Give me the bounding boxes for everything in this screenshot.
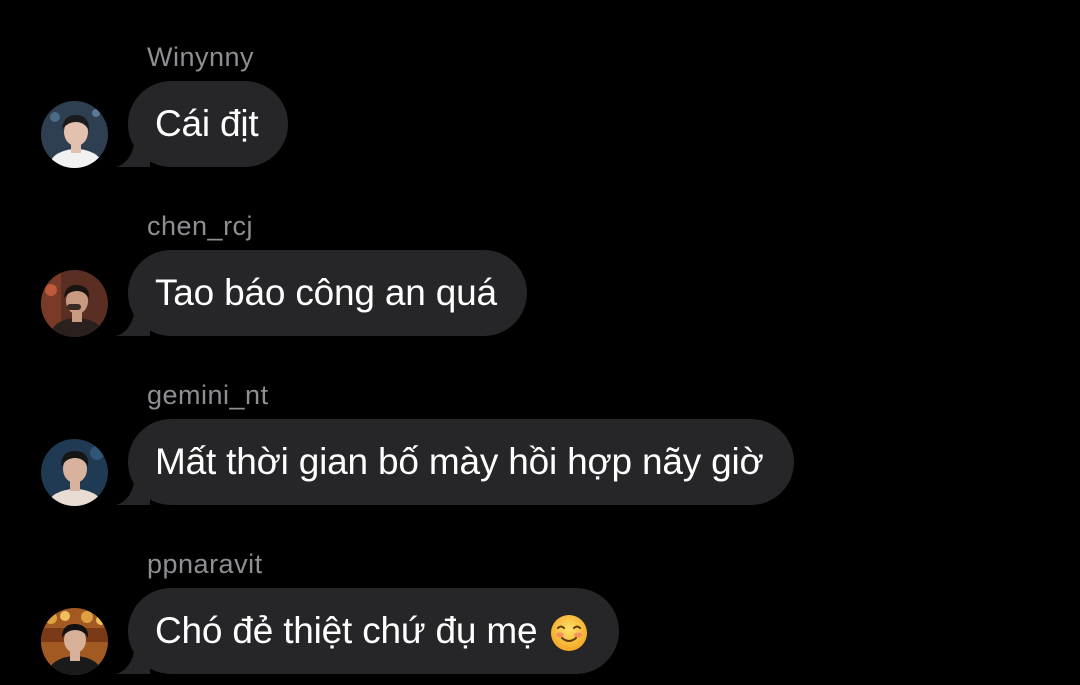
message-text: Cái địt xyxy=(155,103,259,144)
sender-avatar[interactable] xyxy=(41,439,108,506)
sender-name[interactable]: ppnaravit xyxy=(147,547,263,581)
message-group: gemini_nt Mất thời gian bố mày hồi hợp n… xyxy=(0,354,1080,514)
message-group: chen_rcj Tao báo công an quá xyxy=(0,185,1080,345)
message-text-content: Chó đẻ thiệt chứ đụ mẹ xyxy=(155,609,538,651)
user-avatar-photo xyxy=(41,101,108,168)
bubble-tail xyxy=(116,475,150,505)
message-text: Tao báo công an quá xyxy=(155,272,497,313)
bubble-tail xyxy=(116,137,150,167)
message-bubble[interactable]: Chó đẻ thiệt chứ đụ mẹ xyxy=(116,588,620,674)
user-avatar-photo xyxy=(41,270,108,337)
message-bubble[interactable]: Mất thời gian bố mày hồi hợp nãy giờ xyxy=(116,419,794,505)
message-thread: Winynny Cái địt chen_rcj Tao báo công an… xyxy=(0,0,1080,685)
bubble-tail xyxy=(116,306,150,336)
message-group: ppnaravit Chó đẻ thiệt chứ đụ mẹ xyxy=(0,523,1080,683)
smiling-face-emoji-icon xyxy=(549,613,589,653)
bubble-tail xyxy=(116,644,150,674)
sender-name[interactable]: chen_rcj xyxy=(147,209,253,243)
message-bubble[interactable]: Cái địt xyxy=(116,81,289,167)
message-text: Chó đẻ thiệt chứ đụ mẹ xyxy=(155,609,589,653)
user-avatar-photo xyxy=(41,608,108,675)
sender-name[interactable]: gemini_nt xyxy=(147,378,269,412)
sender-avatar[interactable] xyxy=(41,101,108,168)
user-avatar-photo xyxy=(41,439,108,506)
message-text: Mất thời gian bố mày hồi hợp nãy giờ xyxy=(155,441,764,482)
sender-name[interactable]: Winynny xyxy=(147,40,254,74)
message-bubble[interactable]: Tao báo công an quá xyxy=(116,250,527,336)
message-group: Winynny Cái địt xyxy=(0,16,1080,176)
sender-avatar[interactable] xyxy=(41,608,108,675)
sender-avatar[interactable] xyxy=(41,270,108,337)
